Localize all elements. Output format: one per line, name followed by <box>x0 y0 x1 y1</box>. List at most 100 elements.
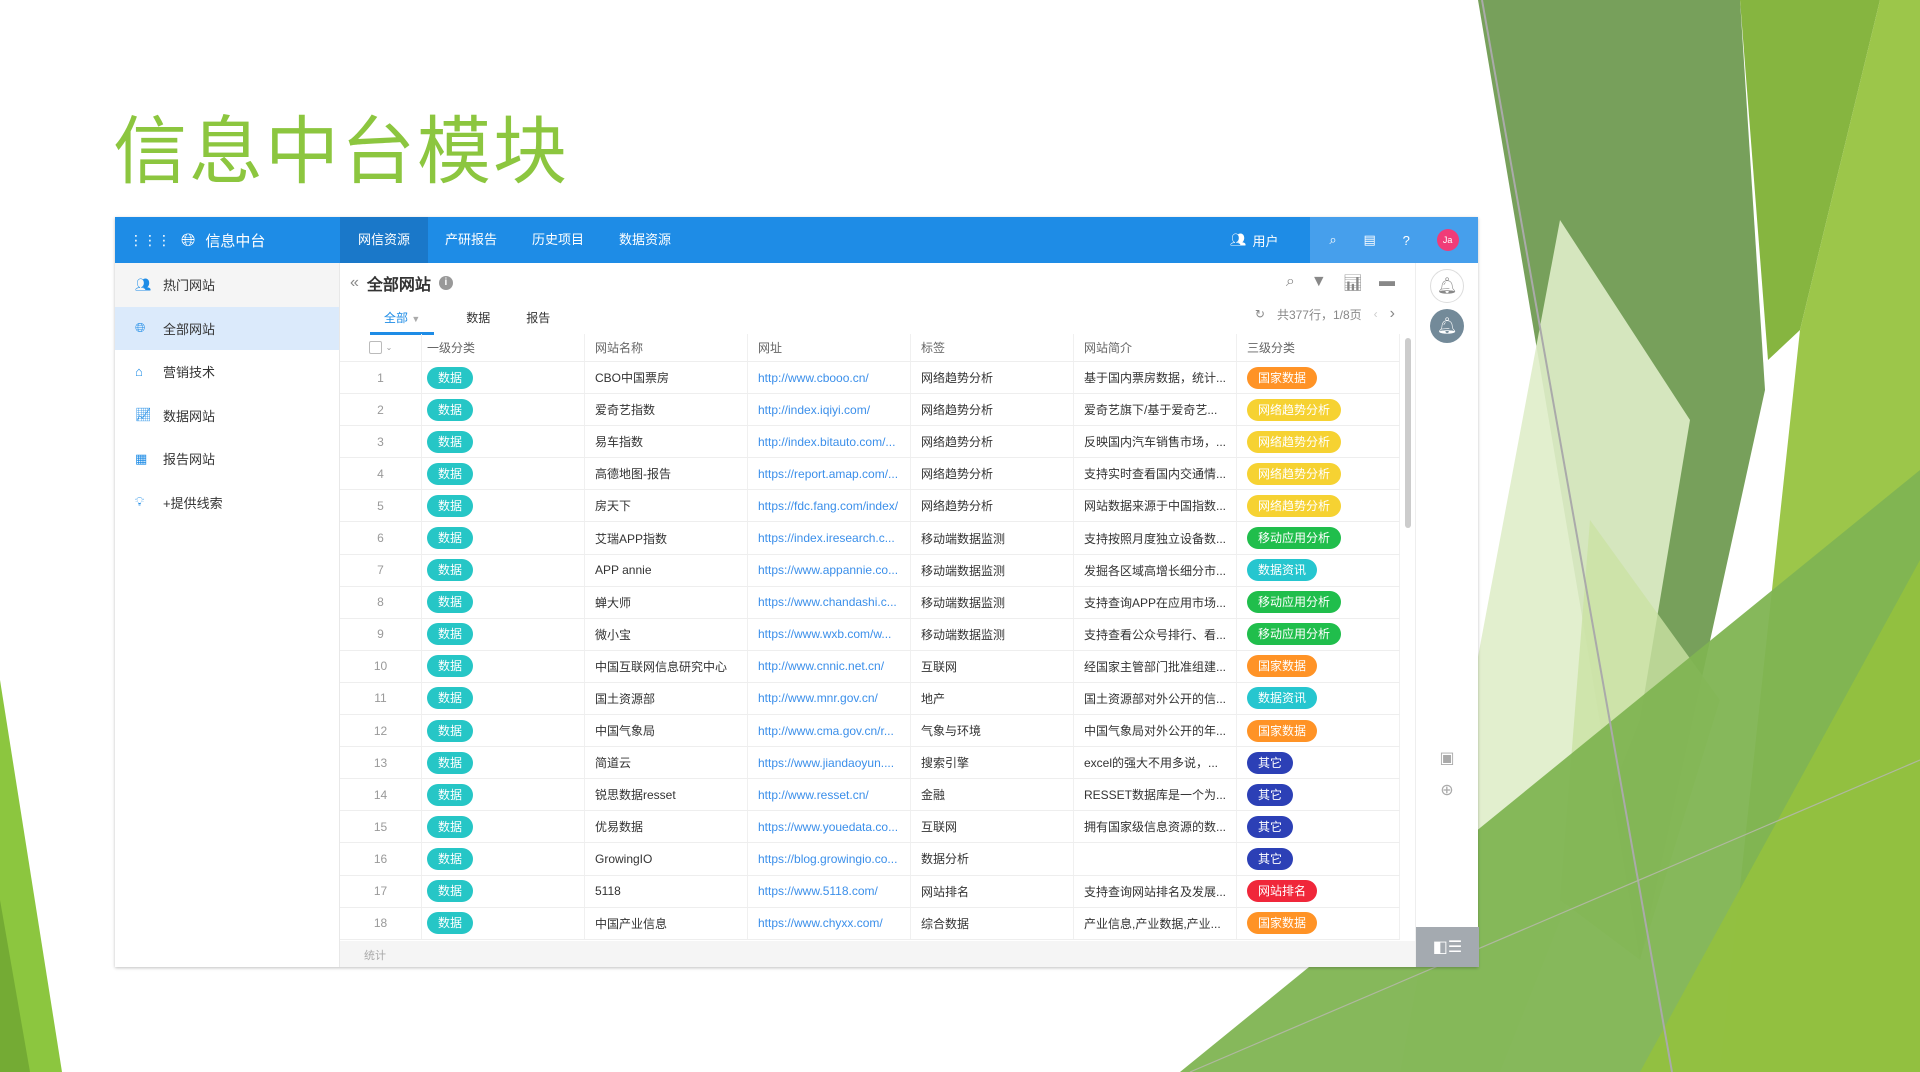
site-url-link[interactable]: http://www.cbooo.cn/ <box>748 362 911 394</box>
panel-toggle-icon[interactable]: ◧☰ <box>1416 927 1479 967</box>
site-url-link[interactable]: http://www.cnnic.net.cn/ <box>748 650 911 682</box>
sidebar-item-0[interactable]: 👥︎ 热门网站 <box>115 263 339 307</box>
sidebar-item-label: 营销技术 <box>163 365 216 381</box>
table-row[interactable]: 8 数据 蝉大师 https://www.chandashi.c... 移动端数… <box>340 586 1400 619</box>
select-all-checkbox[interactable] <box>368 341 382 354</box>
site-url-link[interactable]: https://www.appannie.co... <box>748 554 911 586</box>
site-url-link[interactable]: http://www.cma.gov.cn/r... <box>748 715 911 747</box>
prev-page-icon[interactable]: ‹ <box>1374 307 1378 321</box>
site-url-link[interactable]: https://www.wxb.com/w... <box>748 618 911 650</box>
row-number: 14 <box>340 779 422 811</box>
add-comment-icon[interactable]: ⊕ <box>1430 773 1464 807</box>
subtab-label: 全部 <box>384 311 409 325</box>
site-url-link[interactable]: http://www.resset.cn/ <box>748 779 911 811</box>
site-url-link[interactable]: https://fdc.fang.com/index/ <box>748 490 911 522</box>
bar-chart-icon[interactable]: 📊︎ <box>1343 273 1363 293</box>
filter-icon[interactable]: ▼ <box>1311 273 1327 293</box>
sidebar-item-2[interactable]: ⌂ 营销技术 <box>115 350 339 394</box>
column-header[interactable]: 网址 <box>748 334 911 361</box>
search-icon[interactable]: ⌕ <box>1286 273 1295 293</box>
site-url-link[interactable]: https://index.iresearch.c... <box>748 522 911 554</box>
site-description: 拥有国家级信息资源的数... <box>1074 811 1237 843</box>
column-header[interactable]: 一级分类 <box>422 334 585 361</box>
refresh-icon[interactable]: ↻ <box>1255 307 1265 321</box>
site-url-link[interactable]: https://www.jiandaoyun.... <box>748 747 911 779</box>
globe-icon: 🌐︎ <box>181 229 196 250</box>
nav-tab-3[interactable]: 数据资源 <box>601 217 689 263</box>
chevron-down-icon[interactable]: ⌄ <box>386 343 393 352</box>
table-row[interactable]: 10 数据 中国互联网信息研究中心 http://www.cnnic.net.c… <box>340 650 1400 683</box>
column-header[interactable]: 网站简介 <box>1074 334 1237 361</box>
site-url-link[interactable]: https://www.youedata.co... <box>748 811 911 843</box>
table-row[interactable]: 9 数据 微小宝 https://www.wxb.com/w... 移动端数据监… <box>340 618 1400 651</box>
category-tag: 数据 <box>427 623 474 646</box>
table-row[interactable]: 11 数据 国土资源部 http://www.mnr.gov.cn/ 地产 国土… <box>340 682 1400 716</box>
avatar[interactable]: Ja <box>1436 229 1459 251</box>
sidebar-item-1[interactable]: 🌐︎ 全部网站 <box>115 306 339 350</box>
users-icon: 👥︎ <box>135 276 152 292</box>
apps-grid-icon[interactable]: ⋮⋮⋮ <box>129 232 171 249</box>
nav-tab-1[interactable]: 产研报告 <box>427 217 515 263</box>
table-row[interactable]: 4 数据 高德地图-报告 https://report.amap.com/...… <box>340 458 1400 491</box>
site-url-link[interactable]: https://www.chandashi.c... <box>748 586 911 618</box>
column-header[interactable]: 标签 <box>911 334 1074 361</box>
table-row[interactable]: 18 数据 中国产业信息 https://www.chyxx.com/ 综合数据… <box>340 907 1400 940</box>
next-page-icon[interactable]: › <box>1390 305 1395 323</box>
users-button[interactable]: 👥︎ 用户 <box>1230 217 1279 263</box>
table-row[interactable]: 6 数据 艾瑞APP指数 https://index.iresearch.c..… <box>340 522 1400 555</box>
contact-icon[interactable]: ▣ <box>1430 741 1464 775</box>
site-name: 房天下 <box>585 490 748 522</box>
site-url-link[interactable]: https://report.amap.com/... <box>748 458 911 490</box>
bell-icon[interactable]: 🔔︎ <box>1430 269 1464 303</box>
site-url-link[interactable]: https://blog.growingio.co... <box>748 843 911 875</box>
table-row[interactable]: 12 数据 中国气象局 http://www.cma.gov.cn/r... 气… <box>340 715 1400 748</box>
site-label: 移动端数据监测 <box>911 522 1074 554</box>
table-row[interactable]: 13 数据 简道云 https://www.jiandaoyun.... 搜索引… <box>340 747 1400 780</box>
nav-tab-0[interactable]: 网信资源 <box>340 217 429 263</box>
sidebar-item-3[interactable]: 📈︎ 数据网站 <box>115 394 339 438</box>
search-icon[interactable]: ⌕ <box>1329 232 1336 248</box>
table-row[interactable]: 3 数据 易车指数 http://index.bitauto.com/... 网… <box>340 426 1400 459</box>
table-row[interactable]: 5 数据 房天下 https://fdc.fang.com/index/ 网络趋… <box>340 490 1400 523</box>
level3-tag: 移动应用分析 <box>1247 591 1342 614</box>
sidebar-item-4[interactable]: ▦ 报告网站 <box>115 437 339 481</box>
site-url-link[interactable]: http://index.bitauto.com/... <box>748 426 911 458</box>
column-header[interactable]: 网站名称 <box>585 334 748 361</box>
site-description: 反映国内汽车销售市场，... <box>1074 426 1237 458</box>
site-label: 气象与环境 <box>911 715 1074 747</box>
notification-bell-icon[interactable]: 🔔︎ <box>1430 309 1464 343</box>
table-row[interactable]: 14 数据 锐思数据resset http://www.resset.cn/ 金… <box>340 779 1400 812</box>
site-url-link[interactable]: https://www.5118.com/ <box>748 875 911 907</box>
site-url-link[interactable]: http://index.iqiyi.com/ <box>748 394 911 426</box>
site-description: 中国气象局对外公开的年... <box>1074 715 1237 747</box>
site-label: 网络趋势分析 <box>911 458 1074 490</box>
table-row[interactable]: 2 数据 爱奇艺指数 http://index.iqiyi.com/ 网络趋势分… <box>340 394 1400 427</box>
table-row[interactable]: 15 数据 优易数据 https://www.youedata.co... 互联… <box>340 811 1400 844</box>
globe-icon: 🌐︎ <box>135 320 146 336</box>
site-name: 微小宝 <box>585 618 748 650</box>
site-label: 网站排名 <box>911 875 1074 907</box>
table-row[interactable]: 16 数据 GrowingIO https://blog.growingio.c… <box>340 843 1400 876</box>
site-url-link[interactable]: https://www.chyxx.com/ <box>748 907 911 939</box>
table-row[interactable]: 7 数据 APP annie https://www.appannie.co..… <box>340 554 1400 587</box>
comment-icon[interactable]: ▬ <box>1379 273 1395 293</box>
column-header[interactable]: 三级分类 <box>1237 334 1400 361</box>
scrollbar[interactable] <box>1405 338 1411 528</box>
row-number: 11 <box>340 682 422 715</box>
subtab-all[interactable]: 全部 ▼ <box>370 299 435 335</box>
site-url-link[interactable]: http://www.mnr.gov.cn/ <box>748 682 911 715</box>
nav-tab-2[interactable]: 历史项目 <box>514 217 602 263</box>
sidebar-item-5[interactable]: 💡︎ +提供线索 <box>115 481 339 525</box>
collapse-icon[interactable]: « <box>350 274 359 292</box>
site-name: 优易数据 <box>585 811 748 843</box>
list-icon[interactable]: ▤ <box>1363 232 1375 248</box>
app-logo[interactable]: ⋮⋮⋮ 🌐︎ 信息中台 <box>115 217 340 263</box>
subtab-report[interactable]: 报告 <box>522 299 554 335</box>
info-icon[interactable]: i <box>438 276 453 290</box>
level3-tag: 国家数据 <box>1247 655 1318 678</box>
table-row[interactable]: 17 数据 5118 https://www.5118.com/ 网站排名 支持… <box>340 875 1400 908</box>
help-icon[interactable]: ? <box>1403 233 1410 248</box>
lightbulb-icon: 💡︎ <box>135 494 145 510</box>
table-row[interactable]: 1 数据 CBO中国票房 http://www.cbooo.cn/ 网络趋势分析… <box>340 362 1400 395</box>
subtab-data[interactable]: 数据 <box>462 299 494 335</box>
